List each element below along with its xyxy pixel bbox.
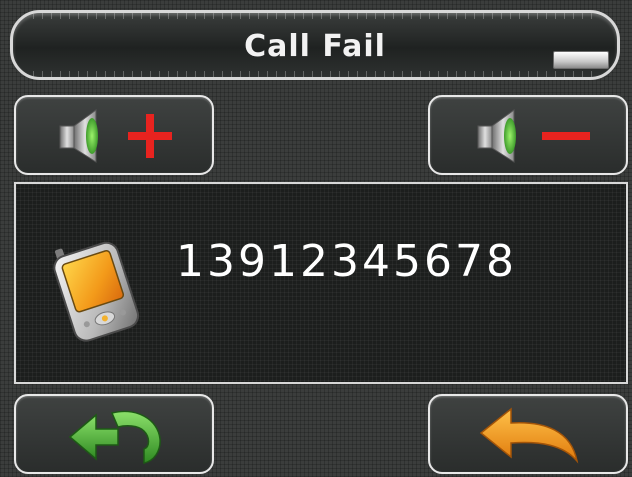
speaker-plus-icon (59, 109, 172, 163)
pda-phone-icon (53, 241, 140, 342)
volume-down-button[interactable] (428, 95, 628, 175)
call-info-panel: 13912345678 (14, 182, 628, 384)
speaker-minus-icon (477, 109, 590, 163)
back-arrow-icon (479, 407, 579, 464)
volume-up-button[interactable] (14, 95, 214, 175)
title-bar: Call Fail (10, 10, 620, 80)
phone-number: 13912345678 (176, 236, 517, 287)
redial-arrow-icon (68, 410, 161, 464)
back-button[interactable] (428, 394, 628, 474)
call-fail-screen: Call Fail 13912345678 (0, 0, 632, 477)
page-title: Call Fail (244, 29, 386, 64)
redial-button[interactable] (14, 394, 214, 474)
minimize-button[interactable] (553, 51, 609, 69)
